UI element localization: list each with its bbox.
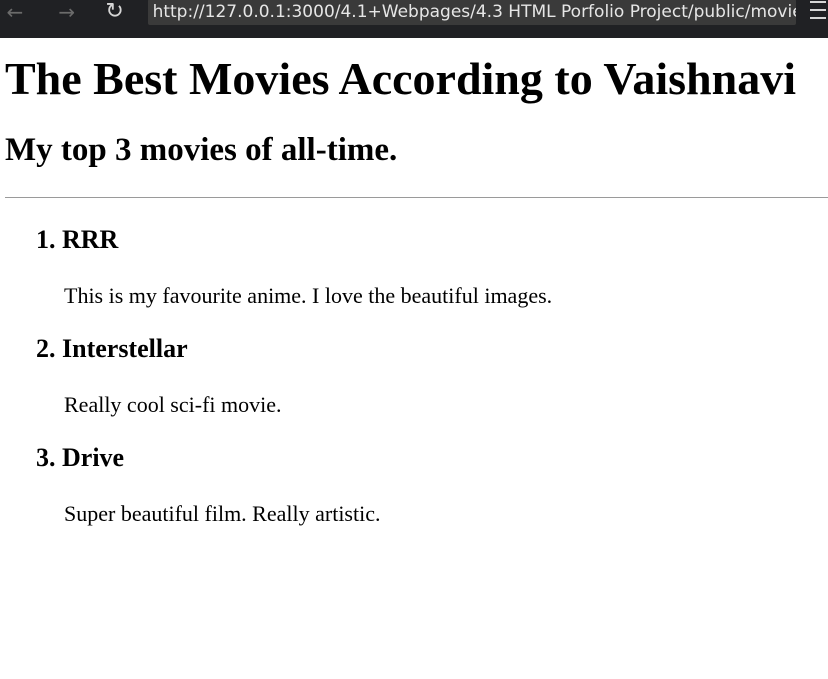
back-arrow-icon[interactable]: ←	[2, 0, 28, 25]
movie-name: RRR	[62, 225, 119, 254]
menu-line	[810, 1, 827, 3]
reload-icon[interactable]: ↻	[102, 0, 128, 25]
list-item: 1. RRR This is my favourite anime. I lov…	[5, 224, 828, 309]
movie-description: Super beautiful film. Really artistic.	[64, 501, 381, 526]
movie-name: Interstellar	[62, 334, 188, 363]
forward-arrow-icon[interactable]: →	[54, 0, 80, 25]
movie-description: Really cool sci-fi movie.	[64, 392, 282, 417]
page-subtitle: My top 3 movies of all-time.	[5, 132, 398, 168]
list-item: 2. Interstellar Really cool sci-fi movie…	[5, 333, 828, 418]
movie-title: 2. Interstellar	[36, 333, 828, 365]
list-item: 3. Drive Super beautiful film. Really ar…	[5, 442, 828, 527]
page-title: The Best Movies According to Vaishnavi	[5, 53, 797, 104]
movie-rank: 2.	[36, 334, 56, 363]
movie-name: Drive	[62, 443, 125, 472]
page-content: The Best Movies According to Vaishnavi M…	[0, 38, 828, 527]
hamburger-menu-icon[interactable]	[810, 1, 828, 19]
divider	[5, 197, 828, 198]
movie-list: 1. RRR This is my favourite anime. I lov…	[5, 224, 828, 527]
movie-description: This is my favourite anime. I love the b…	[64, 283, 553, 308]
browser-toolbar: ← → ↻ http://127.0.0.1:3000/4.1+Webpages…	[0, 0, 828, 38]
movie-rank: 1.	[36, 225, 56, 254]
menu-line	[810, 9, 827, 11]
movie-rank: 3.	[36, 443, 56, 472]
address-bar[interactable]: http://127.0.0.1:3000/4.1+Webpages/4.3 H…	[147, 0, 797, 25]
menu-line	[810, 17, 827, 19]
movie-title: 1. RRR	[36, 224, 828, 256]
movie-title: 3. Drive	[36, 442, 828, 474]
